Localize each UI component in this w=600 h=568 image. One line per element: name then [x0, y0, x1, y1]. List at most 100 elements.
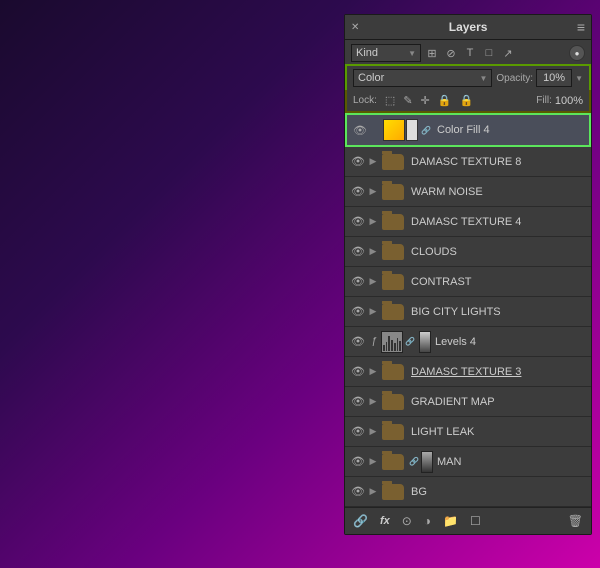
- layer-row-damasc-texture-3[interactable]: 👁▶DAMASC TEXTURE 3: [345, 357, 591, 387]
- blend-mode-caret: ▼: [479, 74, 487, 83]
- visibility-icon-levels-4[interactable]: 👁: [349, 333, 367, 351]
- chevron-icon-contrast: ▶: [367, 273, 379, 291]
- panel-toolbar: 🔗 fx ⊙ ◑ 📁 ☐ 🗑: [345, 507, 591, 534]
- layer-thumb-clouds: [379, 241, 407, 263]
- opacity-row: Opacity: 10% ▼: [496, 69, 583, 87]
- close-icon[interactable]: ✕: [351, 22, 359, 33]
- filter-icons: ⊞ ⊘ T □ ↗: [424, 45, 516, 61]
- layer-row-light-leak[interactable]: 👁▶ LIGHT LEAK: [345, 417, 591, 447]
- blend-mode-label: Color: [358, 72, 384, 84]
- visibility-icon-contrast[interactable]: 👁: [349, 273, 367, 291]
- layer-name-gradient-map: GRADIENT MAP: [407, 396, 587, 408]
- layer-name-light-leak: LIGHT LEAK: [407, 426, 587, 438]
- lock-row: Lock: ⬚ ✎ ✛ 🔒 🔒 Fill: 100%: [345, 90, 591, 113]
- layer-row-clouds[interactable]: 👁▶CLOUDS: [345, 237, 591, 267]
- layer-thumb-contrast: [379, 271, 407, 293]
- lock-all-icon[interactable]: 🔒: [457, 93, 475, 108]
- chevron-icon-damasc-texture-4: ▶: [367, 213, 379, 231]
- visibility-icon-color-fill-4[interactable]: 👁: [351, 121, 369, 139]
- layer-thumb-levels-4: [381, 331, 403, 353]
- layer-row-contrast[interactable]: 👁▶ CONTRAST: [345, 267, 591, 297]
- folder-icon-gradient-map: [382, 394, 404, 410]
- chevron-icon-damasc-texture-8: ▶: [367, 153, 379, 171]
- layer-row-bg[interactable]: 👁▶BG: [345, 477, 591, 507]
- adjustment-icon[interactable]: ◑: [422, 512, 433, 530]
- kind-caret: ▼: [408, 49, 416, 58]
- delete-icon[interactable]: 🗑: [566, 512, 585, 530]
- visibility-icon-damasc-texture-4[interactable]: 👁: [349, 213, 367, 231]
- layer-row-warm-noise[interactable]: 👁▶WARM NOISE: [345, 177, 591, 207]
- visibility-icon-gradient-map[interactable]: 👁: [349, 393, 367, 411]
- folder-icon-big-city-lights: [382, 304, 404, 320]
- layer-row-gradient-map[interactable]: 👁▶ GRADIENT MAP: [345, 387, 591, 417]
- opacity-value[interactable]: 10%: [536, 69, 572, 87]
- add-mask-icon[interactable]: ⊙: [400, 512, 414, 530]
- visibility-icon-clouds[interactable]: 👁: [349, 243, 367, 261]
- blend-mode-select[interactable]: Color ▼: [353, 69, 492, 87]
- layer-name-damasc-texture-3: DAMASC TEXTURE 3: [407, 366, 587, 378]
- visibility-icon-damasc-texture-8[interactable]: 👁: [349, 153, 367, 171]
- layers-list: 👁🔗Color Fill 4👁▶DAMASC TEXTURE 8👁▶WARM N…: [345, 113, 591, 507]
- link-layers-icon[interactable]: 🔗: [351, 512, 370, 530]
- type-filter-icon[interactable]: T: [462, 45, 478, 61]
- layer-row-color-fill-4[interactable]: 👁 🔗Color Fill 4: [345, 113, 591, 147]
- smart-filter-icon[interactable]: ↗: [500, 45, 516, 61]
- layer-name-bg: BG: [407, 486, 587, 498]
- layer-row-levels-4[interactable]: 👁ƒ🔗Levels 4: [345, 327, 591, 357]
- new-layer-icon[interactable]: ☐: [468, 512, 483, 530]
- visibility-icon-man[interactable]: 👁: [349, 453, 367, 471]
- lock-label: Lock:: [353, 95, 377, 106]
- chain-icon-color-fill-4: 🔗: [419, 126, 433, 135]
- layers-panel: ✕ Layers ≡ Kind ▼ ⊞ ⊘ T □ ↗ ● Color ▼ Op…: [344, 14, 592, 535]
- visibility-icon-light-leak[interactable]: 👁: [349, 423, 367, 441]
- layer-row-man[interactable]: 👁▶🔗MAN: [345, 447, 591, 477]
- layer-name-big-city-lights: BIG CITY LIGHTS: [407, 306, 587, 318]
- layer-row-damasc-texture-4[interactable]: 👁▶ DAMASC TEXTURE 4: [345, 207, 591, 237]
- layer-thumb-color-fill-4: [381, 118, 419, 142]
- fill-value[interactable]: 100%: [555, 95, 583, 107]
- new-group-icon[interactable]: 📁: [441, 512, 460, 530]
- visibility-icon-warm-noise[interactable]: 👁: [349, 183, 367, 201]
- layer-row-damasc-texture-8[interactable]: 👁▶DAMASC TEXTURE 8: [345, 147, 591, 177]
- layer-name-man: MAN: [433, 456, 587, 468]
- layer-name-damasc-texture-4: DAMASC TEXTURE 4: [407, 216, 587, 228]
- chevron-icon-gradient-map: ▶: [367, 393, 379, 411]
- layer-name-color-fill-4: Color Fill 4: [433, 124, 585, 136]
- levels-mask-thumb: [419, 331, 431, 353]
- lock-pixels-icon[interactable]: ⬚: [383, 93, 397, 108]
- layer-thumb-man: [379, 451, 407, 473]
- layer-thumb-damasc-texture-4: [379, 211, 407, 233]
- folder-icon-damasc-texture-8: [382, 154, 404, 170]
- layer-thumb-gradient-map: [379, 391, 407, 413]
- chain-icon-levels-4: 🔗: [403, 337, 417, 346]
- visibility-icon-damasc-texture-3[interactable]: 👁: [349, 363, 367, 381]
- color-fill-yellow-thumb: [383, 119, 405, 141]
- visibility-icon-big-city-lights[interactable]: 👁: [349, 303, 367, 321]
- folder-icon-warm-noise: [382, 184, 404, 200]
- folder-icon-damasc-texture-3: [382, 364, 404, 380]
- lock-move-icon[interactable]: ✎: [401, 93, 414, 108]
- pixel-filter-icon[interactable]: ⊞: [424, 45, 440, 61]
- layer-thumb-warm-noise: [379, 181, 407, 203]
- adjustment-filter-icon[interactable]: ⊘: [443, 45, 459, 61]
- kind-select[interactable]: Kind ▼: [351, 44, 421, 62]
- lock-icons: ⬚ ✎ ✛ 🔒 🔒: [383, 93, 475, 108]
- chevron-icon-light-leak: ▶: [367, 423, 379, 441]
- man-mask-thumb: [421, 451, 433, 473]
- kind-label: Kind: [356, 47, 378, 59]
- chevron-icon-clouds: ▶: [367, 243, 379, 261]
- color-fill-mask-thumb: [406, 119, 418, 141]
- filter-toggle[interactable]: ●: [569, 45, 585, 61]
- fx-icon[interactable]: fx: [378, 513, 392, 529]
- chevron-icon-color-fill-4: [369, 121, 381, 139]
- panel-menu-icon[interactable]: ≡: [577, 19, 585, 35]
- shape-filter-icon[interactable]: □: [481, 45, 497, 61]
- lock-transform-icon[interactable]: ✛: [419, 93, 432, 108]
- layer-row-big-city-lights[interactable]: 👁▶BIG CITY LIGHTS: [345, 297, 591, 327]
- layer-thumb-light-leak: [379, 421, 407, 443]
- lock-artboard-icon[interactable]: 🔒: [436, 93, 454, 108]
- layer-name-contrast: CONTRAST: [407, 276, 587, 288]
- opacity-label: Opacity:: [496, 73, 533, 84]
- layer-thumb-bg: [379, 481, 407, 503]
- visibility-icon-bg[interactable]: 👁: [349, 483, 367, 501]
